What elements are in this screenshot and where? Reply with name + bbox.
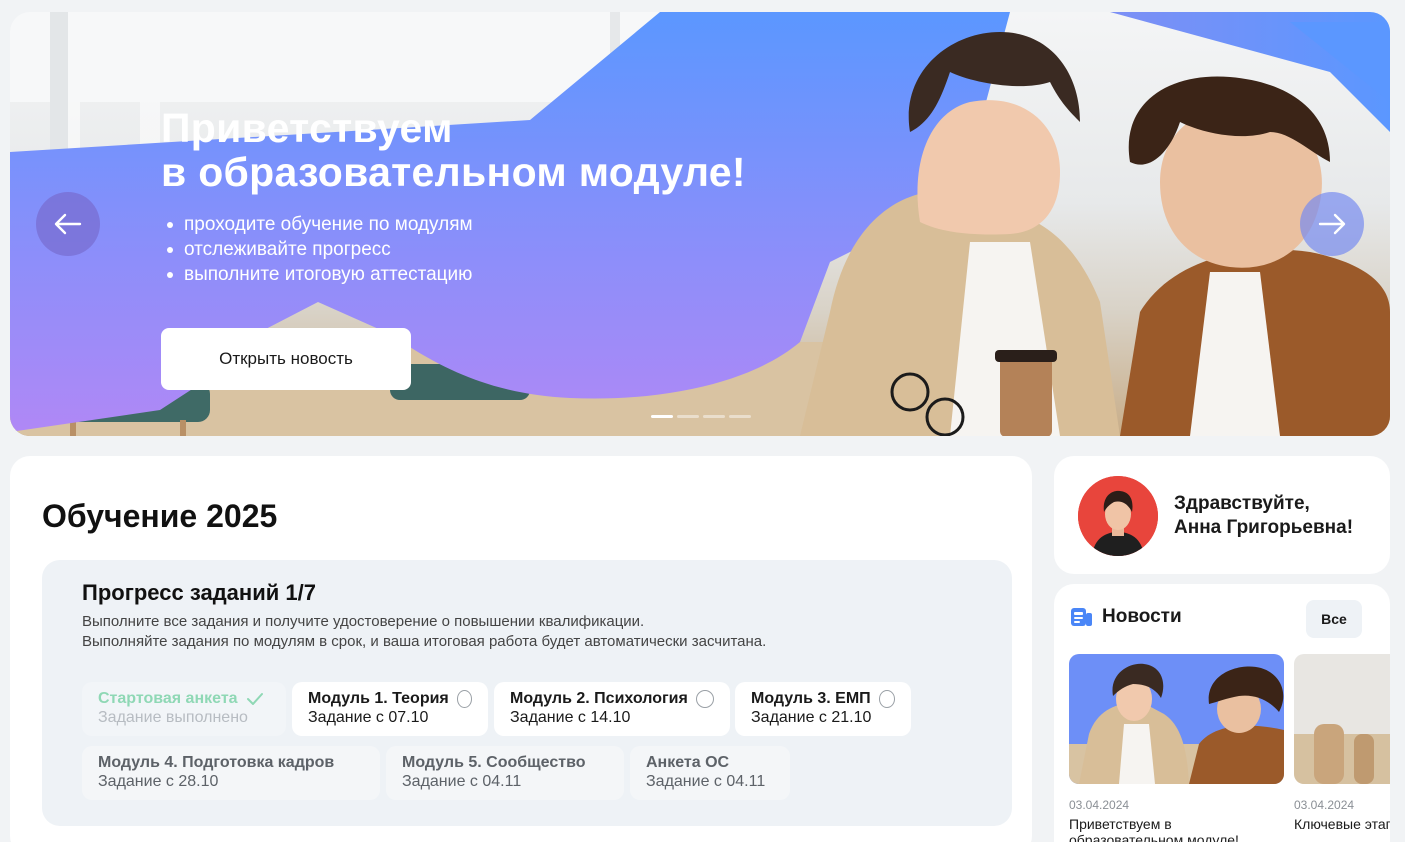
news-item[interactable]: 03.04.2024 Ключевые этапы мероприятия [1294,654,1390,832]
greeting-line: Здравствуйте, [1174,493,1310,514]
task-subtitle: Задание с 28.10 [98,773,219,790]
task-title: Модуль 2. Психология [510,690,688,707]
news-item-title: Приветствуем в образовательном модуле! [1069,816,1239,842]
learning-card: Обучение 2025 Прогресс заданий 1/7 Выпол… [10,456,1032,842]
news-date: 03.04.2024 [1069,798,1130,812]
task-subtitle: Задание с 04.11 [402,773,522,790]
task-subtitle: Задание с 14.10 [510,709,631,726]
newspaper-icon [1071,608,1092,626]
news-card: Новости Все 03.04.2024 Приветствуем в об… [1054,584,1390,842]
carousel-next-button[interactable] [1300,192,1364,256]
progress-description-line: Выполняйте задания по модулям в срок, и … [82,633,767,650]
learning-title: Обучение 2025 [42,498,278,534]
task-chip-feedback-survey[interactable]: Анкета ОС Задание с 04.11 [630,746,790,800]
hero-title: Приветствуем в образовательном модуле! [161,106,841,194]
hero-bullet: выполните итоговую аттестацию [167,262,473,287]
carousel-pagination [651,415,751,418]
news-thumbnail [1069,654,1284,784]
task-chip-start-survey[interactable]: Стартовая анкета Задание выполнено [82,682,286,736]
news-item-title: Ключевые этапы мероприятия [1294,816,1390,832]
news-header: Новости [1070,606,1182,628]
radio-circle-icon [695,690,714,708]
arrow-right-icon [1318,213,1346,235]
greeting-card: Здравствуйте, Анна Григорьевна! [1054,456,1390,574]
task-title: Модуль 3. ЕМП [751,690,871,707]
task-subtitle: Задание с 07.10 [308,709,429,726]
hero-bullet-list: проходите обучение по модулям отслеживай… [167,212,473,287]
user-photo [1078,476,1158,556]
hero-banner: Приветствуем в образовательном модуле! п… [10,12,1390,436]
task-title: Модуль 4. Подготовка кадров [98,754,335,771]
user-name: Анна Григорьевна! [1174,517,1354,538]
task-chip-module-1[interactable]: Модуль 1. Теория Задание с 07.10 [292,682,488,736]
hero-title-line1: Приветствуем [161,105,453,151]
task-chip-module-2[interactable]: Модуль 2. Психология Задание с 14.10 [494,682,730,736]
hero-bullet: проходите обучение по модулям [167,212,473,237]
avatar[interactable] [1078,476,1158,556]
hero-bullet: отслеживайте прогресс [167,237,473,262]
news-all-button[interactable]: Все [1306,600,1362,638]
progress-description-line: Выполните все задания и получите удостов… [82,613,645,630]
arrow-left-icon [54,213,82,235]
news-title: Новости [1102,606,1182,627]
news-thumbnail-image [1294,654,1390,784]
task-subtitle: Задание выполнено [98,709,248,726]
news-thumbnail-image [1069,654,1284,784]
task-title: Анкета ОС [646,754,730,771]
task-chip-module-5[interactable]: Модуль 5. Сообщество Задание с 04.11 [386,746,624,800]
progress-description: Выполните все задания и получите удостов… [82,612,766,652]
task-subtitle: Задание с 04.11 [646,773,766,790]
radio-circle-icon [878,690,895,708]
greeting-text: Здравствуйте, Анна Григорьевна! [1174,492,1353,540]
progress-panel: Прогресс заданий 1/7 Выполните все задан… [42,560,1012,826]
news-item[interactable]: 03.04.2024 Приветствуем в образовательно… [1069,654,1284,842]
progress-title: Прогресс заданий 1/7 [82,580,316,605]
hero-title-line2: в образовательном модуле! [161,149,746,195]
carousel-dot[interactable] [677,415,699,418]
carousel-dot[interactable] [703,415,725,418]
news-thumbnail [1294,654,1390,784]
radio-circle-icon [456,690,472,708]
task-chip-module-4[interactable]: Модуль 4. Подготовка кадров Задание с 28… [82,746,380,800]
task-subtitle: Задание с 21.10 [751,709,872,726]
check-icon [246,693,263,705]
news-date: 03.04.2024 [1294,798,1355,812]
carousel-dot[interactable] [729,415,751,418]
task-chip-module-3[interactable]: Модуль 3. ЕМП Задание с 21.10 [735,682,911,736]
task-title: Стартовая анкета [98,690,238,707]
open-news-button[interactable]: Открыть новость [161,328,411,390]
task-title: Модуль 5. Сообщество [402,754,586,771]
carousel-prev-button[interactable] [36,192,100,256]
task-title: Модуль 1. Теория [308,690,449,707]
carousel-dot[interactable] [651,415,673,418]
